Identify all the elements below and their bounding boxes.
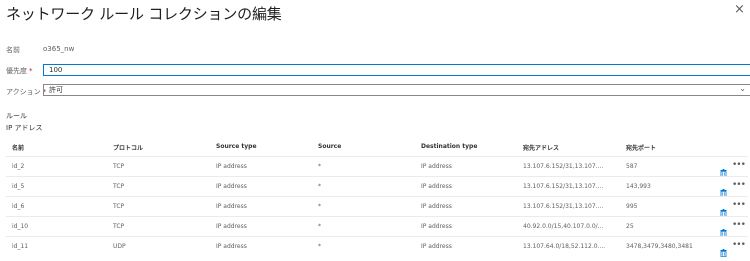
trash-icon[interactable] [720, 182, 727, 198]
cell-source-type: IP address [216, 203, 247, 210]
more-options-icon[interactable]: ••• [732, 180, 746, 190]
cell-source-type: IP address [216, 223, 247, 230]
cell-source-type: IP address [216, 163, 247, 170]
close-icon[interactable]: × [734, 2, 745, 17]
action-label-text: アクション [6, 88, 41, 96]
priority-label: 優先度 * [6, 66, 33, 76]
action-label: アクション * [6, 87, 46, 97]
cell-destination-address: 13.107.6.152/31,13.107.... [523, 163, 604, 170]
cell-name: id_11 [12, 243, 29, 250]
trash-icon[interactable] [720, 242, 727, 258]
rules-section-label: ルール [6, 112, 27, 120]
column-header-destination-address[interactable]: 宛先アドレス [523, 143, 559, 152]
cell-source: * [318, 183, 321, 190]
table-row[interactable]: id_10 TCP IP address * IP address 40.92.0.0/1… [6, 216, 748, 238]
cell-destination-address: 13.107.64.0/18,52.112.0.... [523, 243, 606, 250]
ip-address-subsection-label: IP アドレス [6, 124, 43, 132]
cell-protocol: TCP [113, 183, 125, 190]
action-select-value: 許可 [49, 86, 63, 94]
more-options-icon[interactable]: ••• [732, 160, 746, 170]
cell-name: id_10 [12, 223, 29, 230]
cell-source-type: IP address [216, 243, 247, 250]
column-header-destination-type[interactable]: Destination type [421, 143, 477, 150]
required-mark: * [29, 67, 33, 75]
priority-input[interactable]: 100 [43, 64, 750, 76]
cell-destination-port: 587 [626, 163, 638, 170]
cell-protocol: TCP [113, 223, 125, 230]
column-header-destination-port[interactable]: 宛先ポート [626, 143, 656, 152]
cell-destination-type: IP address [421, 203, 452, 210]
cell-source: * [318, 203, 321, 210]
cell-name: id_2 [12, 163, 25, 170]
trash-icon[interactable] [720, 162, 727, 178]
column-header-source[interactable]: Source [318, 143, 341, 150]
name-value: o365_nw [43, 45, 75, 53]
cell-destination-type: IP address [421, 183, 452, 190]
cell-destination-type: IP address [421, 223, 452, 230]
cell-destination-address: 40.92.0.0/15,40.107.0.0/... [523, 223, 604, 230]
name-label: 名前 [6, 46, 20, 54]
table-row[interactable]: id_2 TCP IP address * IP address 13.107.6.152… [6, 156, 748, 178]
cell-destination-port: 995 [626, 203, 638, 210]
cell-destination-type: IP address [421, 243, 452, 250]
table-row[interactable]: id_5 TCP IP address * IP address 13.107.6.152… [6, 176, 748, 198]
cell-protocol: TCP [113, 163, 125, 170]
cell-destination-address: 13.107.6.152/31,13.107.... [523, 183, 604, 190]
cell-destination-address: 13.107.6.152/31,13.107.... [523, 203, 604, 210]
priority-label-text: 優先度 [6, 67, 27, 75]
table-row[interactable]: id_6 TCP IP address * IP address 13.107.6.152… [6, 196, 748, 218]
cell-destination-port: 143,993 [626, 183, 651, 190]
table-row[interactable]: id_11 UDP IP address * IP address 13.107.64.0… [6, 236, 748, 258]
trash-icon[interactable] [720, 222, 727, 238]
trash-icon[interactable] [720, 202, 727, 218]
cell-name: id_5 [12, 183, 25, 190]
more-options-icon[interactable]: ••• [732, 200, 746, 210]
cell-source-type: IP address [216, 183, 247, 190]
cell-name: id_6 [12, 203, 25, 210]
cell-destination-type: IP address [421, 163, 452, 170]
column-header-protocol[interactable]: プロトコル [113, 143, 143, 152]
cell-source: * [318, 243, 321, 250]
cell-destination-port: 25 [626, 223, 634, 230]
cell-protocol: TCP [113, 203, 125, 210]
more-options-icon[interactable]: ••• [732, 220, 746, 230]
cell-source: * [318, 163, 321, 170]
action-select[interactable]: 許可 ⌄ [43, 84, 750, 96]
panel-title: ネットワーク ルール コレクションの編集 [6, 5, 282, 23]
column-header-source-type[interactable]: Source type [216, 143, 257, 150]
cell-destination-port: 3478,3479,3480,3481 [626, 243, 693, 250]
column-header-name[interactable]: 名前 [12, 143, 24, 152]
more-options-icon[interactable]: ••• [732, 240, 746, 250]
cell-source: * [318, 223, 321, 230]
cell-protocol: UDP [113, 243, 126, 250]
chevron-down-icon: ⌄ [739, 84, 746, 93]
